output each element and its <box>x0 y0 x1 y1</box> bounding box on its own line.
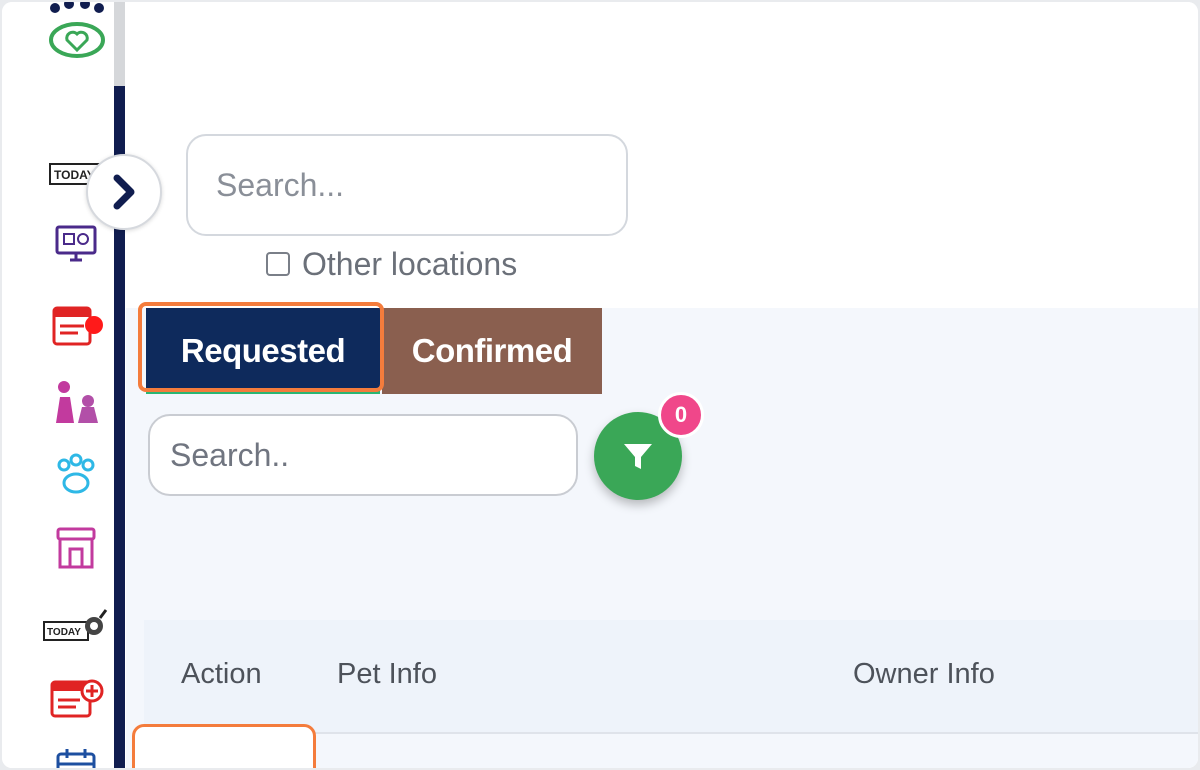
sidebar-scrollbar[interactable] <box>114 2 125 86</box>
today-whistle-icon[interactable]: TODAY <box>42 602 108 650</box>
tab-confirmed-label: Confirmed <box>411 332 573 369</box>
store-icon[interactable] <box>48 524 104 572</box>
other-locations-toggle[interactable]: Other locations <box>266 246 517 282</box>
column-header-owner-info[interactable]: Owner Info <box>853 658 995 691</box>
calendar-schedule-icon[interactable] <box>48 302 104 350</box>
tab-requested[interactable]: Requested <box>146 308 380 394</box>
expand-sidebar-button[interactable] <box>86 154 162 230</box>
other-locations-label: Other locations <box>302 245 518 282</box>
tab-confirmed[interactable]: Confirmed <box>382 308 602 394</box>
search-input[interactable] <box>186 134 628 236</box>
paw-heart-logo-icon[interactable] <box>42 2 114 64</box>
calendar-icon[interactable] <box>48 742 104 768</box>
calendar-add-icon[interactable] <box>48 674 104 722</box>
column-header-pet-info[interactable]: Pet Info <box>337 658 437 691</box>
paw-icon[interactable] <box>48 450 104 498</box>
filter-count-badge: 0 <box>658 392 704 438</box>
action-cell-highlight[interactable] <box>132 724 316 768</box>
tab-requested-label: Requested <box>180 332 346 369</box>
appointments-panel: Requested Confirmed 0 Action Pet Info Ow… <box>126 302 1198 768</box>
filter-icon <box>624 444 652 469</box>
column-header-action[interactable]: Action <box>181 658 262 691</box>
other-locations-checkbox[interactable] <box>266 252 290 276</box>
pets-icon[interactable] <box>48 378 104 426</box>
monitor-icon[interactable] <box>48 220 104 268</box>
sidebar-rail: TODAY TODAY <box>2 2 114 768</box>
table-header: Action Pet Info Owner Info <box>144 620 1198 734</box>
chevron-right-icon <box>113 174 135 210</box>
main-content: Other locations Requested Confirmed 0 Ac… <box>126 2 1198 768</box>
svg-text:TODAY: TODAY <box>47 627 81 638</box>
app-frame: TODAY TODAY Search... Other locations Re… <box>2 2 1198 768</box>
list-search-input[interactable] <box>148 414 578 496</box>
